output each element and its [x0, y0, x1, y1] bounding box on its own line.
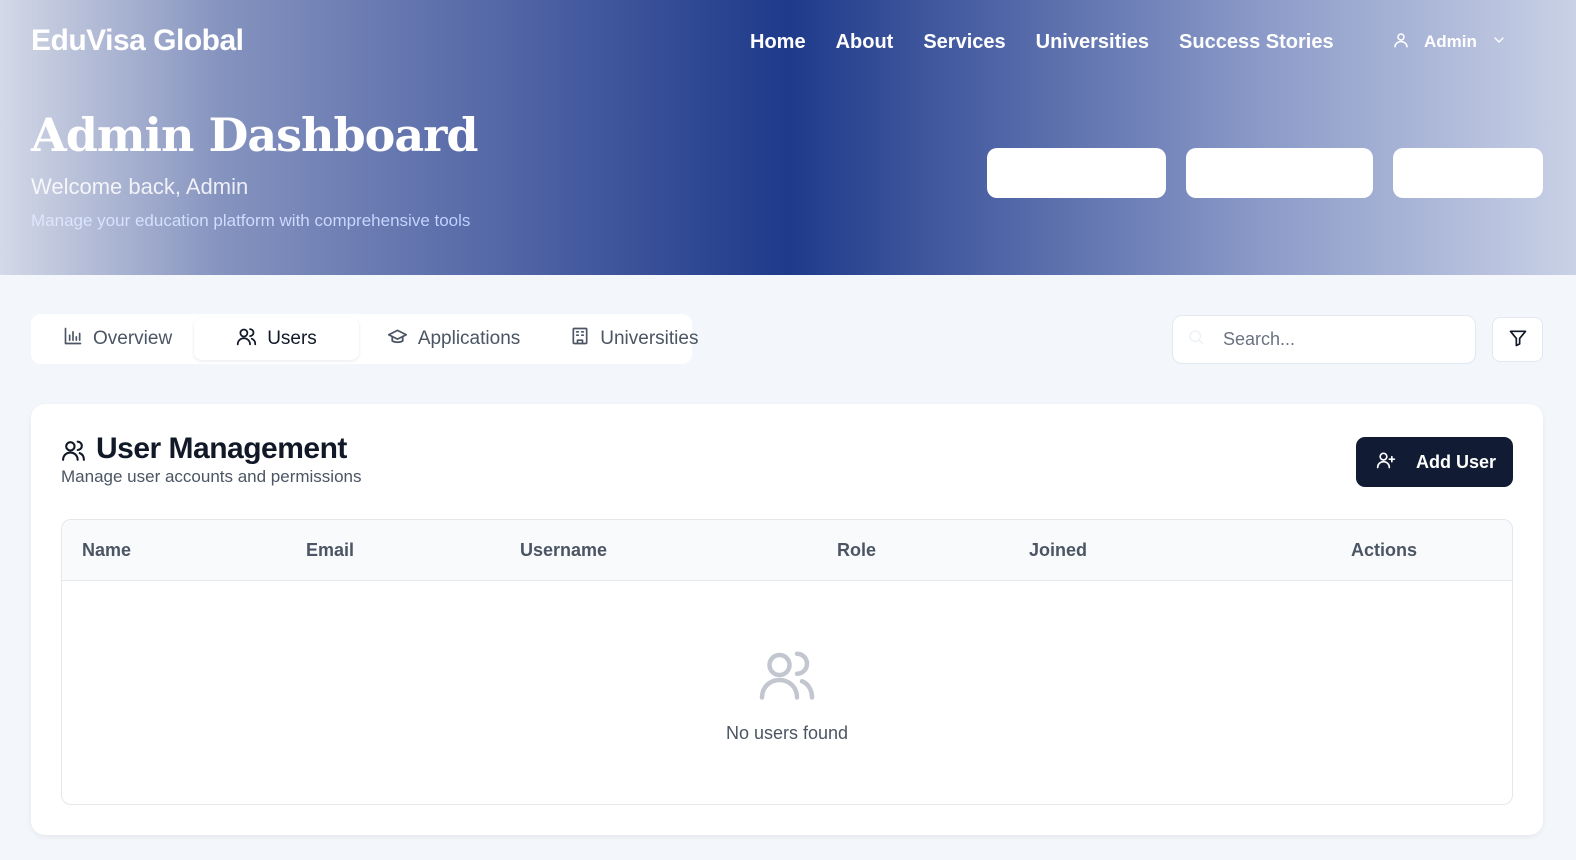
table-header: Name Email Username Role Joined Actions — [62, 520, 1512, 581]
nav-services[interactable]: Services — [923, 31, 1005, 54]
user-plus-icon — [1376, 450, 1396, 475]
nav-home[interactable]: Home — [750, 31, 806, 54]
column-header-joined[interactable]: Joined — [1029, 540, 1087, 561]
user-icon — [1392, 31, 1410, 54]
user-menu[interactable]: Admin — [1392, 30, 1507, 54]
user-management-card: User Management Manage user accounts and… — [31, 404, 1543, 835]
empty-state: No users found — [62, 581, 1512, 804]
nav-success-stories[interactable]: Success Stories — [1179, 31, 1334, 54]
tab-users[interactable]: Users — [194, 318, 359, 360]
main-nav: Home About Services Universities Success… — [750, 28, 1334, 56]
hero-tagline: Manage your education platform with comp… — [31, 211, 471, 230]
tab-universities[interactable]: Universities — [542, 318, 720, 360]
hero-action-button-3[interactable] — [1393, 148, 1543, 198]
tab-label: Applications — [417, 328, 521, 349]
user-menu-label: Admin — [1424, 32, 1477, 51]
nav-about[interactable]: About — [836, 31, 894, 54]
users-icon — [61, 438, 86, 468]
column-header-actions: Actions — [1351, 540, 1418, 560]
filter-button[interactable] — [1492, 317, 1543, 362]
search-input[interactable] — [1223, 329, 1453, 350]
welcome-message: Welcome back, Admin — [31, 174, 249, 199]
users-icon — [757, 645, 817, 710]
users-table: Name Email Username Role Joined Actions … — [61, 519, 1513, 805]
hero-action-button-1[interactable] — [987, 148, 1166, 198]
search-icon — [1187, 328, 1205, 351]
nav-universities[interactable]: Universities — [1036, 31, 1149, 54]
filter-icon — [1508, 328, 1528, 351]
brand-logo[interactable]: EduVisa Global — [31, 24, 244, 58]
card-subtitle: Manage user accounts and permissions — [61, 467, 362, 486]
empty-state-message: No users found — [725, 723, 849, 743]
tab-label: Universities — [600, 328, 699, 349]
column-header-name[interactable]: Name — [82, 540, 131, 561]
search-box — [1172, 315, 1476, 364]
tab-overview[interactable]: Overview — [35, 318, 194, 360]
tab-applications[interactable]: Applications — [359, 318, 542, 360]
column-header-username[interactable]: Username — [520, 540, 607, 561]
column-header-role[interactable]: Role — [837, 540, 876, 561]
graduation-cap-icon — [387, 326, 408, 353]
chevron-down-icon — [1491, 32, 1507, 53]
hero-action-button-2[interactable] — [1186, 148, 1373, 198]
page-title: Admin Dashboard — [31, 108, 479, 162]
dashboard-hero: EduVisa Global Home About Services Unive… — [0, 0, 1576, 275]
building-icon — [570, 326, 590, 352]
dashboard-tabs: Overview Users Applications Universities — [31, 314, 698, 364]
tab-label: Users — [267, 328, 317, 349]
card-title: User Management — [96, 432, 347, 465]
add-user-button[interactable]: Add User — [1356, 437, 1513, 487]
column-header-email[interactable]: Email — [306, 540, 354, 561]
users-icon — [236, 326, 257, 353]
bar-chart-icon — [63, 326, 83, 352]
tab-label: Overview — [93, 328, 173, 349]
add-user-label: Add User — [1416, 451, 1497, 472]
